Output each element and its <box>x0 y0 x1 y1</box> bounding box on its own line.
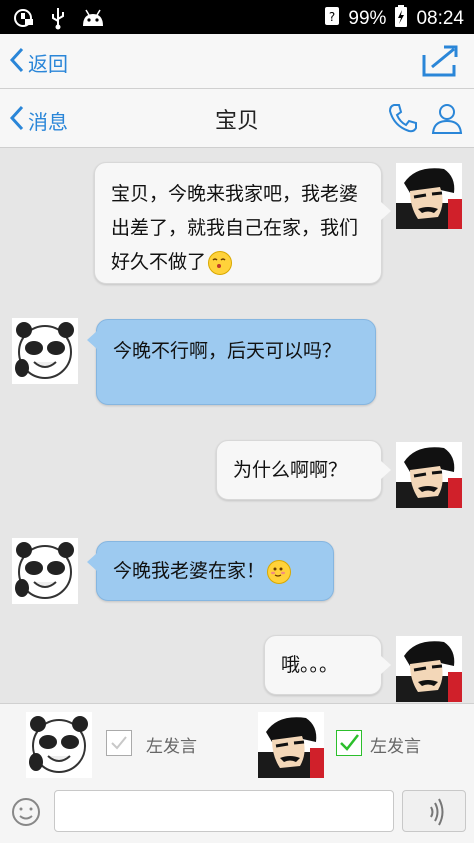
top-bar: 返回 <box>0 34 474 89</box>
right-speaker-label: 左发言 <box>370 737 421 757</box>
bubble-tail <box>87 553 97 571</box>
blush-emoji-icon <box>267 559 292 584</box>
contact-button[interactable] <box>430 101 464 135</box>
back-label: 返回 <box>28 52 68 76</box>
left-speaker-label: 左发言 <box>146 737 197 757</box>
phone-icon <box>386 104 420 139</box>
message-bubble[interactable]: 今晚不行啊，后天可以吗？ <box>96 319 376 405</box>
battery-percent: 99% <box>348 8 387 29</box>
message-text: 哦。。。 <box>281 654 339 676</box>
my-avatar[interactable] <box>396 442 462 508</box>
chevron-left-icon <box>8 46 28 79</box>
my-avatar[interactable] <box>396 636 462 702</box>
message-bubble[interactable]: 哦。。。 <box>264 635 382 695</box>
my-avatar-selector[interactable] <box>258 712 324 778</box>
message-bubble[interactable]: 宝贝，今晚来我家吧，我老婆出差了，就我自己在家，我们好久不做了 <box>94 162 382 284</box>
share-icon <box>420 45 460 83</box>
battery-charging-icon <box>394 5 408 33</box>
voice-icon <box>403 798 467 837</box>
share-button[interactable] <box>420 43 460 79</box>
back-button[interactable]: 返回 <box>8 46 68 79</box>
voice-button[interactable] <box>402 790 466 832</box>
message-text: 今晚我老婆在家！ <box>113 560 266 582</box>
contact-avatar[interactable] <box>12 318 78 384</box>
status-bar-right: ? 99% 08:24 <box>324 5 464 33</box>
usb-icon <box>50 6 66 34</box>
message-text: 今晚不行啊，后天可以吗？ <box>113 340 342 362</box>
contact-avatar[interactable] <box>12 538 78 604</box>
left-speaker-checkbox[interactable] <box>106 730 132 756</box>
svg-text:?: ? <box>329 10 335 24</box>
smiley-icon <box>10 798 42 832</box>
chat-header: 消息 宝贝 <box>0 89 474 148</box>
right-speaker-checkbox[interactable] <box>336 730 362 756</box>
bubble-tail <box>381 656 391 674</box>
status-bar: ? 99% 08:24 <box>0 0 474 34</box>
bubble-tail <box>381 461 391 479</box>
usb-debug-icon <box>12 7 36 33</box>
message-bubble[interactable]: 为什么啊啊？ <box>216 440 382 500</box>
contact-avatar-selector[interactable] <box>26 712 92 778</box>
bubble-tail <box>87 331 97 349</box>
bubble-tail <box>381 202 391 220</box>
input-row <box>0 782 474 842</box>
android-icon <box>80 8 106 32</box>
signal-icon: ? <box>324 5 340 33</box>
kiss-emoji-icon <box>208 250 233 275</box>
emoji-button[interactable] <box>10 796 42 828</box>
message-input[interactable] <box>54 790 394 832</box>
contact-icon <box>430 104 464 139</box>
message-text: 为什么啊啊？ <box>233 459 348 481</box>
call-button[interactable] <box>386 101 420 135</box>
my-avatar[interactable] <box>396 163 462 229</box>
clock: 08:24 <box>416 8 464 29</box>
message-bubble[interactable]: 今晚我老婆在家！ <box>96 541 334 601</box>
message-text: 宝贝，今晚来我家吧，我老婆出差了，就我自己在家，我们好久不做了 <box>111 183 359 273</box>
status-bar-left-icons <box>12 6 106 34</box>
